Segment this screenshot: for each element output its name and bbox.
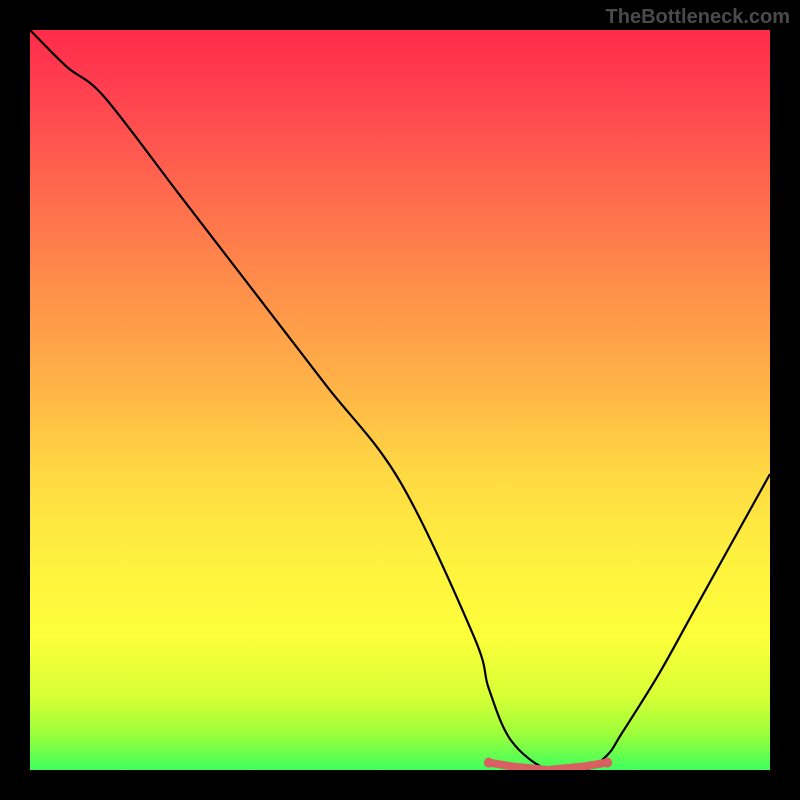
curve-svg bbox=[30, 30, 770, 770]
watermark-text: TheBottleneck.com bbox=[606, 6, 790, 29]
marker-dot-right bbox=[602, 758, 612, 768]
bottleneck-curve bbox=[30, 30, 770, 770]
chart-container: TheBottleneck.com bbox=[0, 0, 800, 800]
optimal-marker bbox=[489, 763, 607, 770]
marker-dot-left bbox=[484, 758, 494, 768]
plot-area bbox=[30, 30, 770, 770]
